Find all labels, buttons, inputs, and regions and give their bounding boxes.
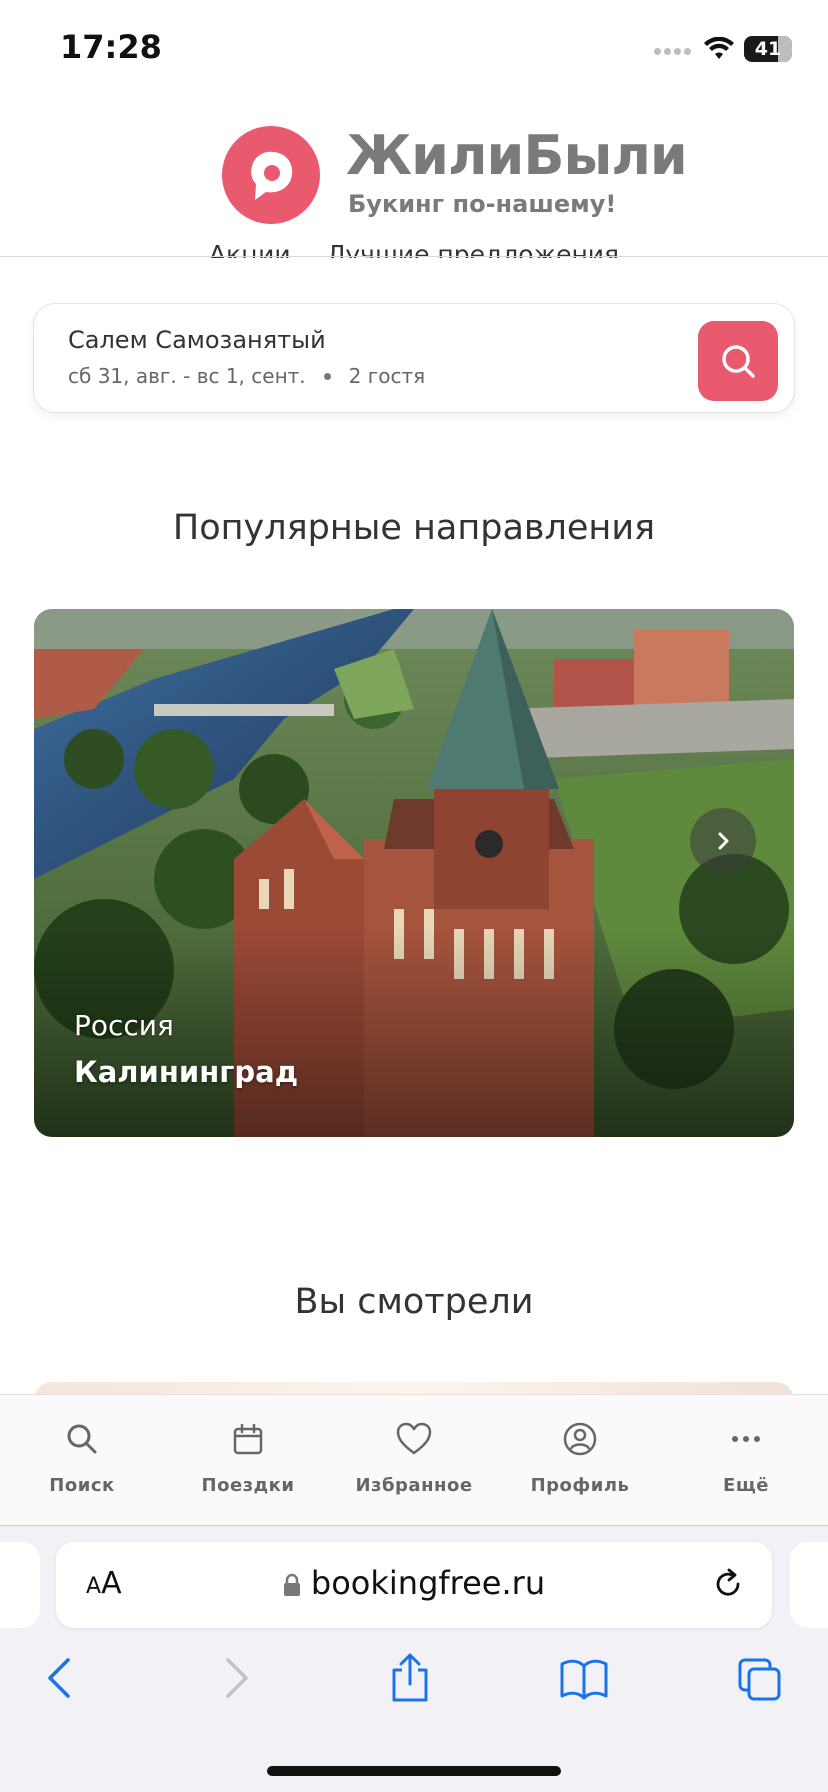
previous-tab-preview[interactable] <box>0 1542 40 1628</box>
tab-profile[interactable]: Профиль <box>510 1415 650 1496</box>
search-guest-name: Салем Самозанятый <box>68 326 326 354</box>
back-icon <box>48 1658 70 1698</box>
user-circle-icon <box>563 1422 597 1456</box>
bottom-tab-bar: Поиск Поездки Избранное Профиль Ещё <box>0 1394 828 1527</box>
tab-profile-label: Профиль <box>530 1475 630 1496</box>
forward-icon <box>226 1658 248 1698</box>
destination-card[interactable]: Россия Калининград <box>34 609 794 1137</box>
battery-level: 41 <box>754 38 782 60</box>
search-summary-card[interactable]: Салем Самозанятый сб 31, авг. - вс 1, се… <box>33 303 795 413</box>
tab-trips[interactable]: Поездки <box>178 1415 318 1496</box>
brand-name: ЖилиБыли <box>346 124 688 187</box>
tab-favorites-label: Избранное <box>355 1475 473 1496</box>
popular-destinations-title: Популярные направления <box>172 508 656 548</box>
search-guests: 2 гостя <box>348 364 426 388</box>
bookmarks-button[interactable] <box>558 1652 610 1708</box>
bookmarks-icon <box>560 1659 608 1700</box>
calendar-icon <box>233 1423 263 1455</box>
url-display[interactable]: bookingfree.ru <box>56 1564 772 1602</box>
search-icon <box>67 1424 97 1454</box>
heart-icon <box>396 1422 432 1455</box>
brand-tagline: Букинг по-нашему! <box>348 190 617 218</box>
back-button[interactable] <box>40 1652 80 1708</box>
status-time: 17:28 <box>60 28 162 66</box>
tab-more-label: Ещё <box>723 1475 769 1496</box>
wifi-icon <box>704 37 734 59</box>
home-indicator <box>267 1766 561 1776</box>
signal-icon <box>654 40 694 59</box>
share-icon <box>392 1653 428 1702</box>
address-bar[interactable]: AA bookingfree.ru <box>56 1542 772 1628</box>
carousel-next-button[interactable] <box>690 808 756 874</box>
more-icon <box>732 1436 760 1442</box>
battery-icon: 41 <box>744 36 792 62</box>
forward-button[interactable] <box>216 1652 256 1708</box>
tab-search[interactable]: Поиск <box>12 1415 152 1496</box>
brand-header[interactable]: ЖилиБыли Букинг по-нашему! <box>222 124 688 226</box>
destination-country: Россия <box>74 1009 174 1042</box>
search-icon <box>722 345 755 378</box>
tabs-icon <box>738 1658 781 1701</box>
status-indicators: 41 <box>654 34 792 64</box>
search-details: сб 31, авг. - вс 1, сент. 2 гостя <box>68 364 425 388</box>
logo-icon <box>222 126 320 224</box>
search-dates: сб 31, авг. - вс 1, сент. <box>68 364 306 388</box>
tab-search-label: Поиск <box>49 1475 115 1496</box>
tabs-button[interactable] <box>736 1652 784 1708</box>
header-divider <box>0 256 828 257</box>
next-tab-preview[interactable] <box>790 1542 828 1628</box>
lock-icon <box>283 1573 300 1596</box>
share-button[interactable] <box>388 1652 432 1708</box>
chevron-right-icon <box>718 832 729 850</box>
destination-city: Калининград <box>74 1055 299 1089</box>
recently-viewed-title: Вы смотрели <box>294 1282 534 1322</box>
reload-icon <box>716 1568 740 1596</box>
reload-button[interactable] <box>710 1566 746 1606</box>
tab-more[interactable]: Ещё <box>676 1415 816 1496</box>
url-text: bookingfree.ru <box>310 1564 546 1602</box>
tab-favorites[interactable]: Избранное <box>344 1415 484 1496</box>
search-button[interactable] <box>698 321 778 401</box>
tab-trips-label: Поездки <box>201 1475 295 1496</box>
